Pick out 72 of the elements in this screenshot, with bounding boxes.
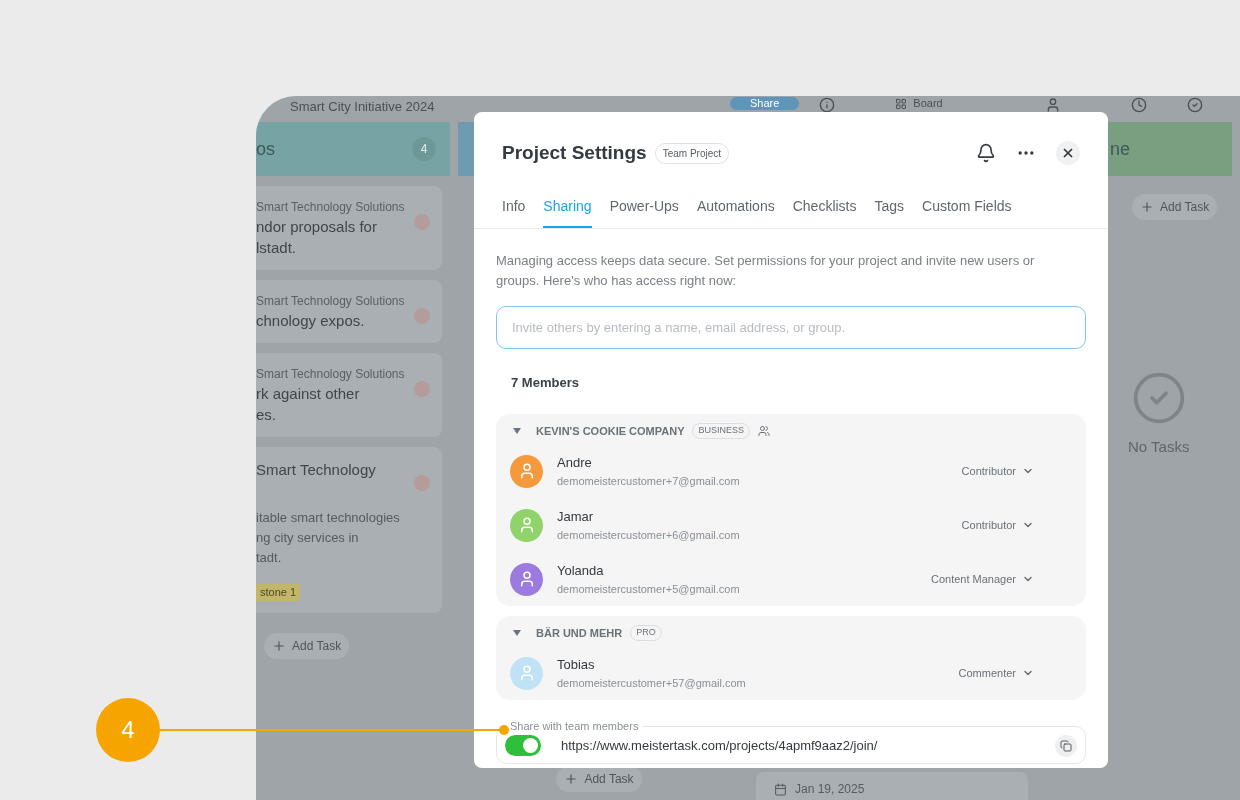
caret-icon[interactable]	[513, 428, 521, 434]
share-button[interactable]: Share	[730, 97, 800, 110]
calendar-icon	[774, 782, 787, 796]
project-label: Smart Technology Solutions	[256, 366, 405, 383]
empty-state-text: No Tasks	[1128, 437, 1190, 457]
task-title: lstadt.	[256, 238, 298, 258]
role-dropdown[interactable]: Commenter	[958, 664, 1034, 682]
task-card[interactable]: Smart Technology itable smart technologies ng city services in tadt. stone 1	[256, 447, 442, 613]
task-description: ng city services in	[256, 529, 360, 547]
member-name: Tobias	[557, 656, 596, 674]
share-label: Share with team members	[509, 719, 640, 734]
column-title: os	[256, 137, 275, 161]
bell-icon[interactable]	[976, 143, 996, 164]
settings-tab[interactable]: Checklists	[792, 195, 857, 228]
task-card[interactable]: Smart Technology Solutions rk against other es.	[256, 353, 442, 437]
member-email: demomeistercustomer+6@gmail.com	[557, 527, 741, 543]
share-toggle[interactable]	[505, 735, 541, 756]
role-dropdown[interactable]: Contributor	[961, 462, 1034, 480]
role-dropdown[interactable]: Content Manager	[931, 570, 1034, 588]
member-name: Jamar	[557, 508, 595, 526]
clock-icon[interactable]	[1131, 97, 1148, 113]
settings-tab[interactable]: Tags	[874, 195, 905, 228]
task-card[interactable]: Smart Technology Solutions ndor proposals for lstadt.	[256, 186, 442, 270]
callout-marker: 4	[96, 698, 160, 762]
settings-tab[interactable]: Power-Ups	[609, 195, 679, 228]
task-count: 4	[412, 137, 436, 161]
check-icon[interactable]	[1187, 97, 1204, 113]
settings-tab[interactable]: Automations	[696, 195, 775, 228]
copy-button[interactable]	[1055, 734, 1077, 757]
group-name: BÄR UND MEHR	[536, 625, 623, 641]
task-title: rk against other	[256, 384, 361, 404]
member-email: demomeistercustomer+7@gmail.com	[557, 473, 741, 489]
due-date: Jan 19, 2025	[795, 781, 865, 798]
settings-tab[interactable]: Sharing	[543, 195, 592, 228]
task-title: chnology expos.	[256, 311, 366, 331]
add-task-button[interactable]: Add Task	[1132, 194, 1218, 220]
role-dropdown[interactable]: Contributor	[961, 516, 1034, 534]
board-icon	[895, 97, 908, 110]
add-task-button[interactable]: Add Task	[264, 632, 350, 659]
column-title: ne	[1110, 137, 1131, 161]
caret-icon[interactable]	[513, 630, 521, 636]
info-icon[interactable]	[819, 97, 836, 113]
project-label: Smart Technology Solutions	[256, 293, 405, 310]
add-task-button[interactable]: Add Task	[556, 766, 642, 792]
task-title: Smart Technology	[256, 460, 377, 480]
sharing-description: Managing access keeps data secure. Set permissions for your project and invite new users or groups. Here's who has access right now:	[496, 251, 1036, 290]
close-button[interactable]	[1056, 141, 1080, 166]
copy-icon	[1060, 739, 1072, 752]
project-label: Smart Technology Solutions	[256, 199, 405, 216]
task-title: ndor proposals for	[256, 217, 378, 237]
group-name: KEVIN'S COOKIE COMPANY	[536, 423, 685, 439]
view-label[interactable]: Board	[913, 97, 943, 110]
member-name: Andre	[557, 454, 593, 472]
share-url: https://www.meistertask.com/projects/4apmf9aaz2/join/	[561, 736, 879, 755]
plus-icon	[1140, 200, 1154, 214]
settings-tab[interactable]: Info	[502, 195, 526, 228]
invite-field[interactable]: Invite others by entering a name, email address, or group.	[496, 305, 1086, 349]
plus-icon	[564, 772, 579, 786]
task-description: tadt.	[256, 549, 283, 567]
dialog-title: Project Settings	[502, 141, 647, 165]
plus-icon	[272, 638, 286, 653]
task-card[interactable]: Smart Technology Solutions chnology expos.	[256, 280, 442, 343]
member-name: Yolanda	[557, 562, 605, 580]
members-count: 7 Members	[511, 373, 580, 392]
member-email: demomeistercustomer+5@gmail.com	[557, 581, 741, 597]
task-card[interactable]: Jan 19, 2025	[756, 772, 1028, 800]
settings-tab[interactable]: Custom Fields	[922, 195, 1012, 228]
task-title: es.	[256, 405, 277, 425]
member-email: demomeistercustomer+57@gmail.com	[557, 675, 747, 691]
task-description: itable smart technologies	[256, 509, 400, 527]
project-title: Smart City Initiative 2024	[290, 98, 436, 116]
milestone-tag: stone 1	[256, 584, 301, 601]
